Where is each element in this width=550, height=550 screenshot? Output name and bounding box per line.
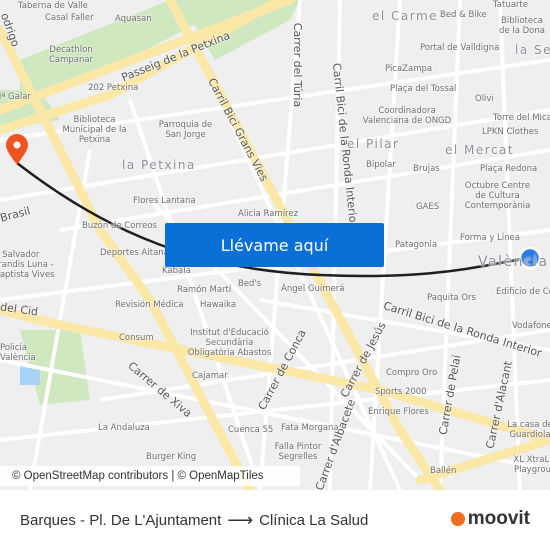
footer-bar: Barques - Pl. De L'Ajuntament ⟶ Clínica … xyxy=(0,490,550,550)
take-me-here-button[interactable]: Llévame aquí xyxy=(165,223,384,267)
poi-label: Revisión Médica xyxy=(115,300,184,310)
poi-label: Alicia Ramírez xyxy=(238,209,299,219)
poi-label: Biblioteca de la Dona xyxy=(499,16,545,36)
poi-label: Fata Morgana xyxy=(281,423,339,433)
poi-label: Compro Oro xyxy=(386,368,438,378)
poi-label: Consum xyxy=(119,333,154,343)
poi-label: Policía València xyxy=(0,343,36,363)
poi-label: Taberna de Valle xyxy=(18,1,88,11)
map-view[interactable]: la Petxina el Carme el Pilar el Mercat l… xyxy=(0,0,550,490)
neighborhood-label: el Carme xyxy=(372,9,439,23)
poi-label: Octubre Centre de Cultura Contemporània xyxy=(464,181,531,211)
poi-label: XL XtraLi Playgrou xyxy=(513,455,550,475)
neighborhood-label: el Pilar xyxy=(347,137,400,151)
poi-label: Olivi xyxy=(475,94,494,104)
poi-label: Forma y Línea xyxy=(460,233,520,243)
poi-label: Tatuarte xyxy=(493,0,528,10)
poi-label: Mª Galar xyxy=(0,92,31,102)
poi-label: GAES xyxy=(416,202,440,212)
moovit-logo-icon xyxy=(450,512,465,526)
neighborhood-label: València xyxy=(478,254,549,270)
moovit-logo-text: moovit xyxy=(467,508,530,529)
poi-label: Portal de Valldigna xyxy=(420,43,500,53)
poi-label: Torre del Mica xyxy=(493,113,550,123)
poi-label: Edificio de Co xyxy=(496,287,550,297)
poi-label: Bed's xyxy=(238,279,262,289)
neighborhood-label: la Petxina xyxy=(122,158,196,172)
poi-label: Vodafone xyxy=(512,321,550,331)
poi-label: Ramón Martí xyxy=(177,285,232,295)
poi-label: Plaça del Tossal xyxy=(390,84,457,94)
poi-label: PicaZampa xyxy=(385,64,433,74)
poi-label: Buzón de Correos xyxy=(82,221,157,231)
poi-label: Flores Lantana xyxy=(133,196,196,206)
poi-label: Patagonia xyxy=(395,240,438,250)
poi-label: Bed & Bike xyxy=(440,10,487,20)
map-attribution[interactable]: © OpenStreetMap contributors | © OpenMap… xyxy=(0,466,300,486)
moovit-logo[interactable]: moovit xyxy=(450,508,530,530)
destination-name: Clínica La Salud xyxy=(259,511,369,529)
poi-label: Cuenca 55 xyxy=(228,425,274,435)
route-summary: Barques - Pl. De L'Ajuntament ⟶ Clínica … xyxy=(20,510,368,531)
poi-label: Falla Pintor Segrelles xyxy=(274,442,322,462)
poi-label: Bipolar xyxy=(366,160,396,170)
poi-label: Cajamar xyxy=(192,371,228,381)
origin-name: Barques - Pl. De L'Ajuntament xyxy=(20,511,222,529)
poi-label: Hawaika xyxy=(200,300,237,310)
poi-label: Burger King xyxy=(146,452,197,462)
poi-label: Ángel Guimerá xyxy=(281,284,345,294)
poi-label: Parroquia de San Jorge xyxy=(158,120,213,140)
poi-label: Enrique Flores xyxy=(368,407,429,417)
poi-label: Plaça Redona xyxy=(480,164,538,174)
arrow-right-icon: ⟶ xyxy=(227,509,254,530)
poi-label: 202 Petxina xyxy=(88,83,139,93)
poi-label: Brujas xyxy=(413,164,440,174)
poi-label: Coordinadora Valenciana de ONGD xyxy=(362,106,452,126)
poi-label: 8 Salvador Frandis Luna - Baptista Vives xyxy=(0,250,55,280)
poi-label: Sports 2000 xyxy=(375,387,427,397)
poi-label: Ballén xyxy=(430,466,457,476)
neighborhood-label: la Seu xyxy=(515,43,550,57)
origin-pin-icon[interactable] xyxy=(6,134,28,165)
poi-label: La casa de Guardiola xyxy=(507,420,550,440)
neighborhood-label: el Mercat xyxy=(445,143,515,157)
poi-label: La Andaluza xyxy=(98,423,150,433)
poi-label: Aquasan xyxy=(115,14,152,24)
poi-label: Biblioteca Municipal de la Petxina xyxy=(62,115,127,145)
poi-label: LPKN Clothes xyxy=(482,127,539,137)
poi-label: Kabala xyxy=(162,266,191,276)
poi-label: Casal Faller xyxy=(45,13,94,23)
poi-label: Paquita Ors xyxy=(427,293,476,303)
poi-label: Decathlon Campanar xyxy=(48,45,94,65)
poi-label: Deportes Aitana xyxy=(100,248,169,258)
street-label: Carrer del Túria xyxy=(291,22,305,108)
poi-label: Institut d'Educació Secundària Obligatòr… xyxy=(187,328,272,358)
